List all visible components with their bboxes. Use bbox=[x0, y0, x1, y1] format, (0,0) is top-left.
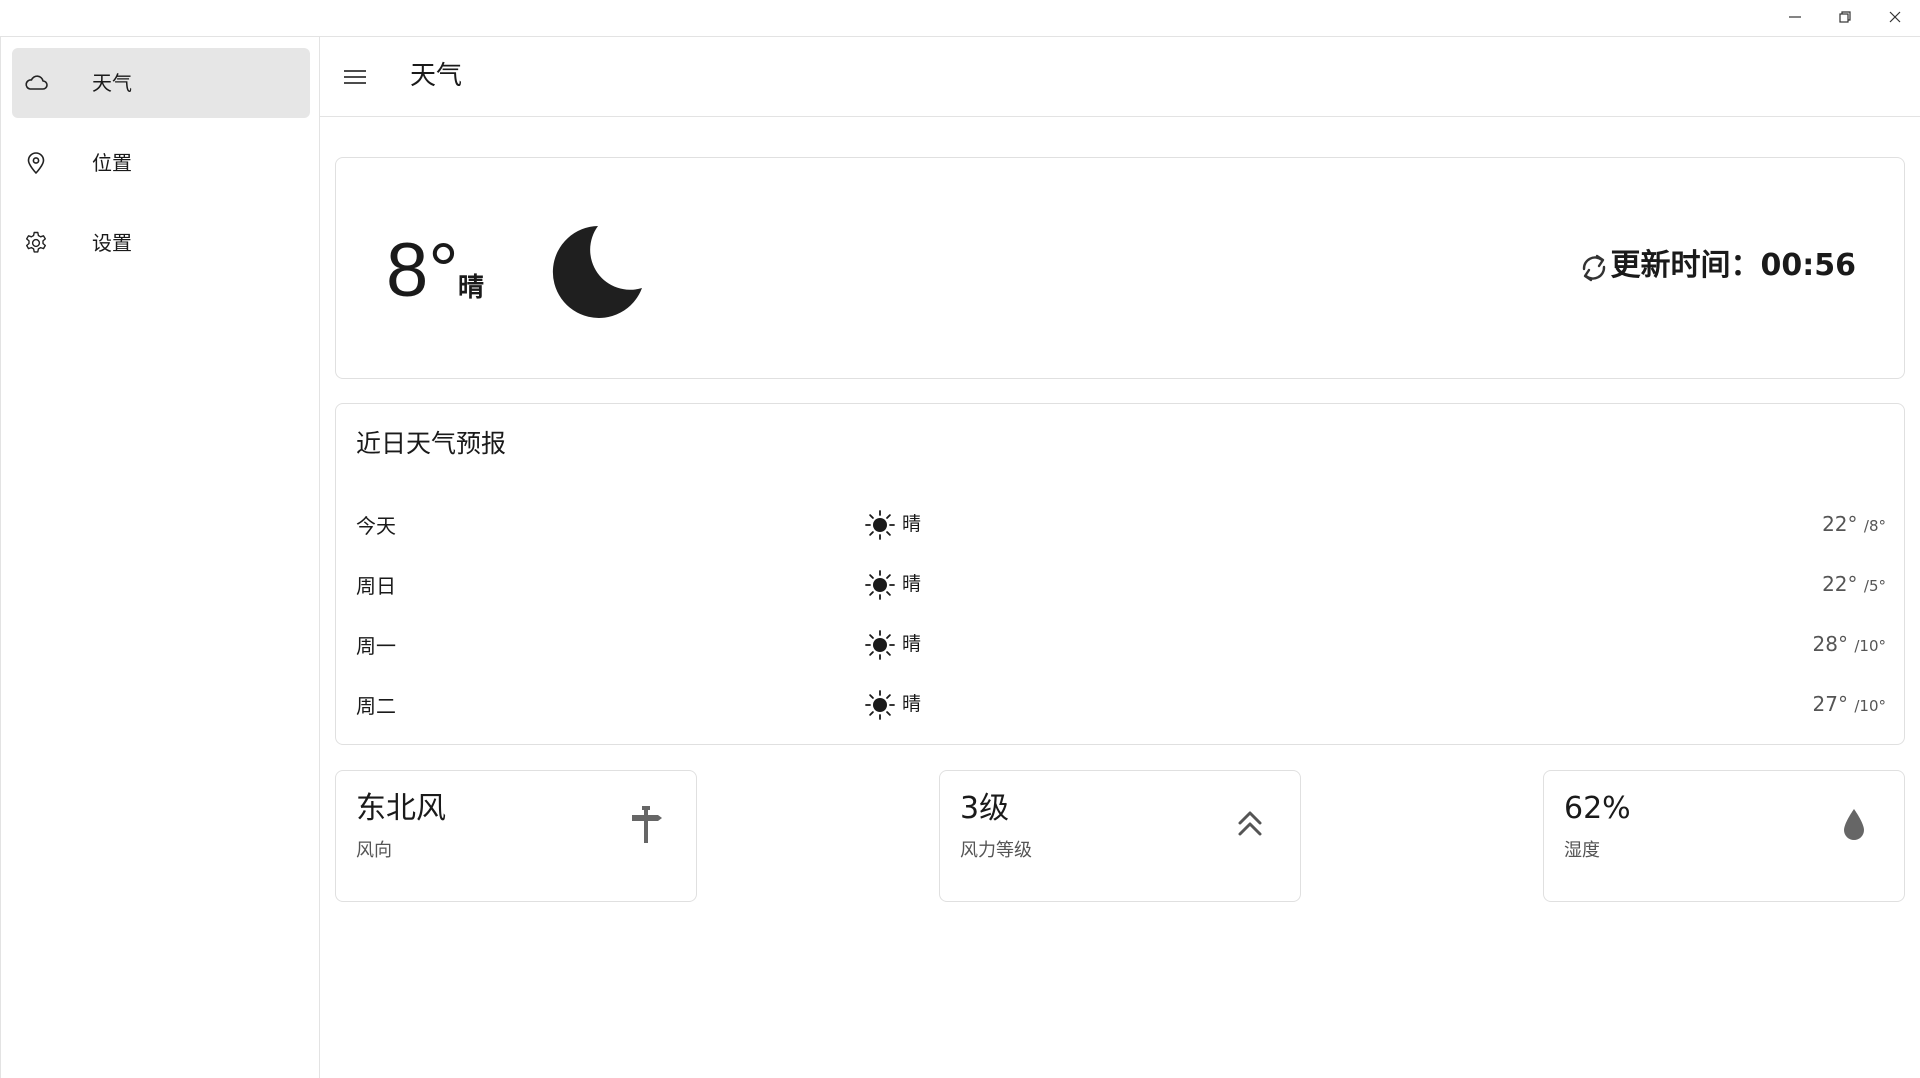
forecast-card: 近日天气预报 今天 晴 22° /8° 周日 晴 22° /5° 周一 晴 28… bbox=[335, 403, 1905, 745]
wind-level-label: 风力等级 bbox=[960, 840, 1032, 861]
close-icon bbox=[1889, 11, 1901, 23]
forecast-row: 周二 晴 27° /10° bbox=[336, 685, 1906, 725]
forecast-row: 周日 晴 22° /5° bbox=[336, 565, 1906, 605]
forecast-day: 周日 bbox=[356, 574, 396, 598]
wind-direction-label: 风向 bbox=[356, 840, 392, 861]
forecast-high: 22° bbox=[1822, 572, 1858, 596]
wind-direction-value: 东北风 bbox=[356, 791, 446, 826]
current-temperature: 8° bbox=[386, 228, 459, 313]
page-title: 天气 bbox=[410, 61, 463, 91]
forecast-high: 27° bbox=[1812, 692, 1848, 716]
forecast-temperature: 28° /10° bbox=[1813, 631, 1886, 659]
sidebar-item-settings[interactable]: 设置 bbox=[12, 208, 310, 278]
sun-icon bbox=[865, 630, 895, 660]
forecast-condition: 晴 bbox=[902, 693, 922, 715]
humidity-value: 62% bbox=[1564, 791, 1631, 826]
wind-level-value: 3级 bbox=[960, 791, 1010, 826]
current-weather-card: 8° 晴 更新时间：00:56 bbox=[335, 157, 1905, 379]
close-button[interactable] bbox=[1871, 0, 1919, 34]
forecast-day: 周一 bbox=[356, 634, 396, 658]
sidebar-item-weather[interactable]: 天气 bbox=[12, 48, 310, 118]
restore-icon bbox=[1839, 11, 1851, 23]
forecast-temperature: 27° /10° bbox=[1813, 691, 1886, 719]
sync-icon[interactable] bbox=[1575, 249, 1613, 287]
forecast-day: 今天 bbox=[356, 514, 396, 538]
forecast-condition: 晴 bbox=[902, 573, 922, 595]
sidebar-item-label: 设置 bbox=[92, 231, 132, 255]
forecast-condition: 晴 bbox=[902, 633, 922, 655]
sidebar-item-label: 位置 bbox=[92, 151, 132, 175]
current-condition: 晴 bbox=[458, 273, 485, 303]
gear-icon bbox=[23, 230, 49, 256]
double-chevron-up-icon bbox=[1238, 811, 1262, 836]
wind-direction-card: 东北风 风向 bbox=[335, 770, 697, 902]
forecast-high: 28° bbox=[1812, 632, 1848, 656]
sidebar-item-label: 天气 bbox=[92, 71, 132, 95]
sun-icon bbox=[865, 510, 895, 540]
minimize-button[interactable] bbox=[1771, 0, 1819, 34]
hamburger-icon bbox=[344, 70, 366, 84]
humidity-card: 62% 湿度 bbox=[1543, 770, 1905, 902]
update-time-text: 更新时间：00:56 bbox=[1610, 248, 1857, 283]
humidity-label: 湿度 bbox=[1564, 840, 1600, 861]
restore-button[interactable] bbox=[1821, 0, 1869, 34]
cloud-icon bbox=[23, 70, 49, 96]
title-bar bbox=[0, 0, 1920, 37]
sidebar-item-location[interactable]: 位置 bbox=[12, 128, 310, 198]
moon-icon bbox=[552, 226, 642, 318]
forecast-low: /5° bbox=[1863, 577, 1886, 595]
forecast-low: /10° bbox=[1854, 697, 1886, 715]
wind-level-card: 3级 风力等级 bbox=[939, 770, 1301, 902]
forecast-temperature: 22° /5° bbox=[1822, 571, 1886, 599]
forecast-low: /8° bbox=[1863, 517, 1886, 535]
forecast-high: 22° bbox=[1822, 512, 1858, 536]
sun-icon bbox=[865, 570, 895, 600]
forecast-temperature: 22° /8° bbox=[1822, 511, 1886, 539]
water-drop-icon bbox=[1844, 809, 1864, 840]
forecast-low: /10° bbox=[1854, 637, 1886, 655]
menu-button[interactable] bbox=[342, 65, 368, 89]
location-pin-icon bbox=[23, 150, 49, 176]
forecast-condition: 晴 bbox=[902, 513, 922, 535]
forecast-row: 周一 晴 28° /10° bbox=[336, 625, 1906, 665]
page-header: 天气 bbox=[320, 37, 1920, 117]
minimize-icon bbox=[1789, 16, 1801, 18]
sun-icon bbox=[865, 690, 895, 720]
signpost-icon bbox=[632, 806, 662, 843]
sidebar: 天气 位置 设置 bbox=[0, 37, 320, 1078]
forecast-row: 今天 晴 22° /8° bbox=[336, 505, 1906, 545]
forecast-title: 近日天气预报 bbox=[356, 429, 507, 458]
forecast-day: 周二 bbox=[356, 694, 396, 718]
